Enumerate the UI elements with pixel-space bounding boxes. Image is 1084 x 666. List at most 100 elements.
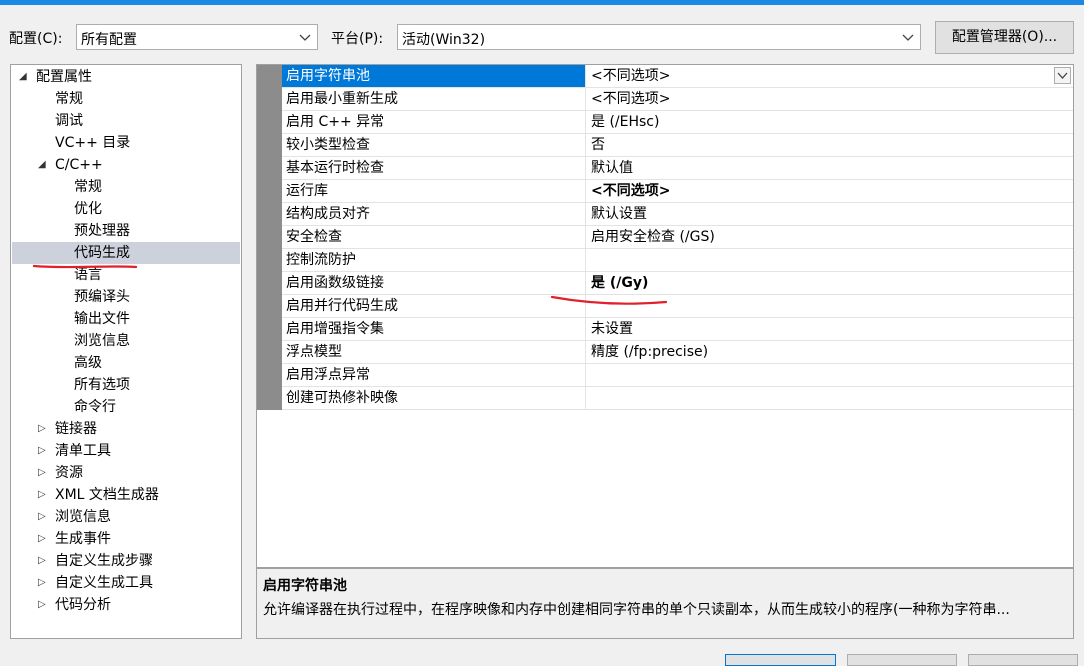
collapsed-arrow-icon[interactable]: ▷	[38, 462, 46, 484]
tree-item[interactable]: 浏览信息	[12, 330, 240, 352]
tree-item-label: 高级	[74, 355, 102, 371]
property-row[interactable]: 启用并行代码生成	[282, 295, 1073, 318]
apply-button[interactable]	[968, 654, 1078, 666]
tree-item[interactable]: ▷ XML 文档生成器	[12, 484, 240, 506]
tree-item-label: 调试	[55, 113, 83, 129]
description-title: 启用字符串池	[263, 578, 347, 594]
property-value[interactable]: 启用安全检查 (/GS)	[587, 226, 1073, 248]
property-value[interactable]	[587, 364, 1073, 386]
property-name: 启用浮点异常	[282, 364, 586, 386]
tree-item[interactable]: 优化	[12, 198, 240, 220]
tree-item[interactable]: 代码生成	[12, 242, 240, 264]
tree-item[interactable]: ◢ C/C++	[12, 154, 240, 176]
ok-button[interactable]	[725, 654, 836, 666]
property-value[interactable]: <不同选项>	[587, 180, 1073, 202]
tree-item-label: 清单工具	[55, 443, 111, 459]
tree-item[interactable]: 命令行	[12, 396, 240, 418]
tree-item[interactable]: ▷ 资源	[12, 462, 240, 484]
grid-category-gutter	[257, 65, 282, 410]
property-value[interactable]: 否	[587, 134, 1073, 156]
property-value[interactable]	[587, 249, 1073, 271]
tree-item-label: 常规	[74, 179, 102, 195]
tree-item-label: 常规	[55, 91, 83, 107]
chevron-down-icon[interactable]	[899, 28, 917, 46]
tree-item-label: 预处理器	[74, 223, 130, 239]
tree-item[interactable]: ▷ 自定义生成步骤	[12, 550, 240, 572]
tree-item[interactable]: ▷ 清单工具	[12, 440, 240, 462]
tree-item[interactable]: ▷ 代码分析	[12, 594, 240, 616]
property-name: 控制流防护	[282, 249, 586, 271]
property-row[interactable]: 浮点模型 精度 (/fp:precise)	[282, 341, 1073, 364]
collapsed-arrow-icon[interactable]: ▷	[38, 506, 46, 528]
tree-item[interactable]: ▷ 自定义生成工具	[12, 572, 240, 594]
collapsed-arrow-icon[interactable]: ▷	[38, 484, 46, 506]
property-row[interactable]: 创建可热修补映像	[282, 387, 1073, 410]
property-value[interactable]: <不同选项>	[587, 65, 1073, 87]
property-row[interactable]: 启用函数级链接是 (/Gy)	[282, 272, 1073, 295]
tree-item[interactable]: 预处理器	[12, 220, 240, 242]
chevron-down-icon[interactable]	[296, 28, 314, 46]
property-name: 运行库	[282, 180, 586, 202]
tree-item[interactable]: ▷ 生成事件	[12, 528, 240, 550]
property-grid: 启用字符串池 <不同选项> 启用最小重新生成 <不同选项> 启用 C++ 异常是 (/E…	[256, 64, 1074, 568]
property-value[interactable]	[587, 295, 1073, 317]
expanded-arrow-icon[interactable]: ◢	[38, 154, 46, 176]
tree-item[interactable]: ▷ 浏览信息	[12, 506, 240, 528]
property-name: 较小类型检查	[282, 134, 586, 156]
tree-item-label: 配置属性	[36, 69, 92, 85]
platform-combobox[interactable]: 活动(Win32)	[397, 24, 921, 50]
property-row[interactable]: 启用字符串池 <不同选项>	[282, 65, 1073, 88]
property-row[interactable]: 启用 C++ 异常是 (/EHsc)	[282, 111, 1073, 134]
property-description-panel: 启用字符串池 允许编译器在执行过程中，在程序映像和内存中创建相同字符串的单个只读…	[256, 568, 1074, 639]
property-value[interactable]: 是 (/Gy)	[587, 272, 1073, 294]
config-combobox[interactable]: 所有配置	[76, 24, 318, 50]
property-row[interactable]: 启用增强指令集 未设置	[282, 318, 1073, 341]
tree-item[interactable]: 输出文件	[12, 308, 240, 330]
tree-item[interactable]: VC++ 目录	[12, 132, 240, 154]
tree-item-label: 生成事件	[55, 531, 111, 547]
property-row[interactable]: 基本运行时检查 默认值	[282, 157, 1073, 180]
property-value[interactable]: 默认值	[587, 157, 1073, 179]
tree-item-label: 输出文件	[74, 311, 130, 327]
property-name: 结构成员对齐	[282, 203, 586, 225]
tree-item-label: 代码生成	[74, 245, 130, 261]
property-row[interactable]: 控制流防护	[282, 249, 1073, 272]
property-row[interactable]: 较小类型检查否	[282, 134, 1073, 157]
property-value[interactable]: 默认设置	[587, 203, 1073, 225]
expanded-arrow-icon[interactable]: ◢	[19, 66, 27, 88]
tree-item-label: 浏览信息	[74, 333, 130, 349]
tree-item[interactable]: 预编译头	[12, 286, 240, 308]
property-name: 安全检查	[282, 226, 586, 248]
configuration-manager-button[interactable]: 配置管理器(O)...	[935, 21, 1074, 54]
collapsed-arrow-icon[interactable]: ▷	[38, 594, 46, 616]
tree-item[interactable]: 高级	[12, 352, 240, 374]
tree-item[interactable]: ▷ 链接器	[12, 418, 240, 440]
tree-item[interactable]: 语言	[12, 264, 240, 286]
property-row[interactable]: 启用浮点异常	[282, 364, 1073, 387]
collapsed-arrow-icon[interactable]: ▷	[38, 528, 46, 550]
tree-item-label: 代码分析	[55, 597, 111, 613]
property-pages-tree: ◢ 配置属性 常规 调试 VC++ 目录 ◢ C/C++ 常规 优化 预处理器 代码生成 语言 预编译头…	[10, 64, 242, 639]
tree-item[interactable]: 所有选项	[12, 374, 240, 396]
value-dropdown-button[interactable]	[1054, 67, 1071, 84]
property-value[interactable]: 是 (/EHsc)	[587, 111, 1073, 133]
cancel-button[interactable]	[847, 654, 957, 666]
tree-item[interactable]: ◢ 配置属性	[12, 66, 240, 88]
property-value[interactable]	[587, 387, 1073, 409]
property-row[interactable]: 运行库 <不同选项>	[282, 180, 1073, 203]
tree-item[interactable]: 调试	[12, 110, 240, 132]
collapsed-arrow-icon[interactable]: ▷	[38, 550, 46, 572]
property-value[interactable]: <不同选项>	[587, 88, 1073, 110]
tree-item-label: 命令行	[74, 399, 116, 415]
property-value[interactable]: 精度 (/fp:precise)	[587, 341, 1073, 363]
tree-item[interactable]: 常规	[12, 176, 240, 198]
collapsed-arrow-icon[interactable]: ▷	[38, 440, 46, 462]
property-row[interactable]: 启用最小重新生成 <不同选项>	[282, 88, 1073, 111]
property-row[interactable]: 结构成员对齐 默认设置	[282, 203, 1073, 226]
collapsed-arrow-icon[interactable]: ▷	[38, 418, 46, 440]
property-value[interactable]: 未设置	[587, 318, 1073, 340]
property-row[interactable]: 安全检查 启用安全检查 (/GS)	[282, 226, 1073, 249]
collapsed-arrow-icon[interactable]: ▷	[38, 572, 46, 594]
property-name: 启用函数级链接	[282, 272, 586, 294]
tree-item[interactable]: 常规	[12, 88, 240, 110]
